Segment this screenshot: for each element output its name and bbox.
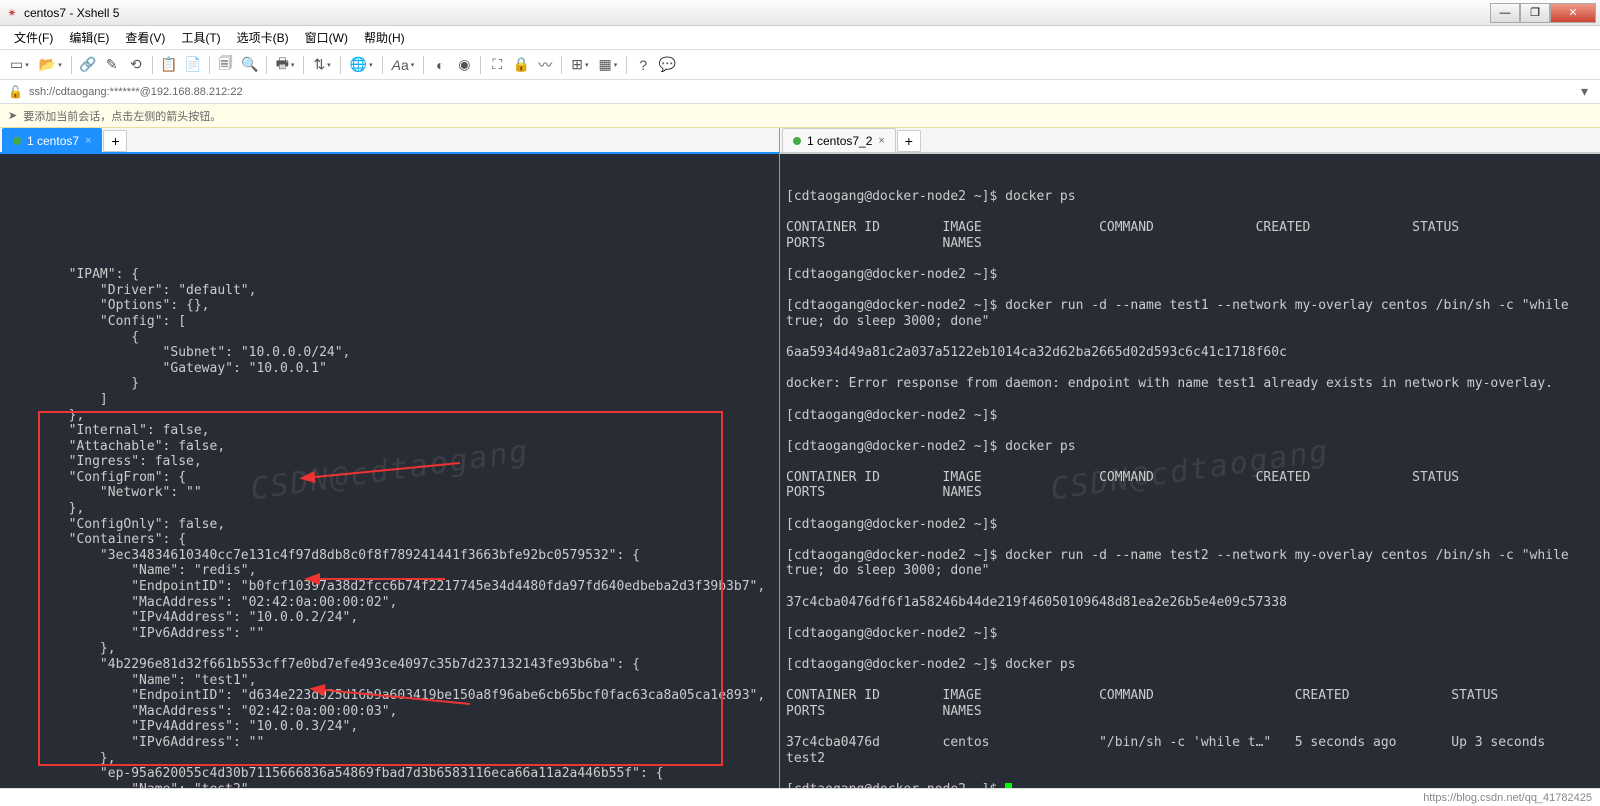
right-pane: 1 centos7_2 × + CSDN@cdtaogang [cdtaogan… <box>780 128 1600 788</box>
terminal-line: "Gateway": "10.0.0.1" <box>6 361 773 377</box>
tab-close-icon[interactable]: × <box>878 135 884 147</box>
menu-view[interactable]: 查看(V) <box>117 26 173 49</box>
status-dot-icon <box>13 137 21 145</box>
add-tab-button[interactable]: + <box>103 130 127 152</box>
footer-url: https://blog.csdn.net/qq_41782425 <box>1423 792 1592 804</box>
chat-icon[interactable]: 💬 <box>656 54 678 76</box>
terminal-line: [cdtaogang@docker-node2 ~]$ docker run -… <box>786 548 1594 579</box>
window-title: centos7 - Xshell 5 <box>24 6 1490 20</box>
arrow-2 <box>315 573 445 589</box>
left-pane: 1 centos7 × + CSDN@cdtaogang "IPAM": { "… <box>0 128 780 788</box>
terminal-line: [cdtaogang@docker-node2 ~]$ <box>786 267 1594 283</box>
terminal-line: CONTAINER ID IMAGE COMMAND CREATED STATU… <box>786 220 1594 251</box>
terminal-line: [cdtaogang@docker-node2 ~]$ docker run -… <box>786 298 1594 329</box>
terminal-line: 37c4cba0476d centos "/bin/sh -c 'while t… <box>786 735 1594 766</box>
terminal-line: "Name": "test2", <box>6 782 773 788</box>
layout2-icon[interactable]: ▦ <box>595 54 622 76</box>
terminal-line: "Options": {}, <box>6 298 773 314</box>
terminal-line: 37c4cba0476df6f1a58246b44de219f460501096… <box>786 595 1594 611</box>
terminal-line: } <box>6 376 773 392</box>
color2-icon[interactable]: ◉ <box>453 54 475 76</box>
left-tabs: 1 centos7 × + <box>0 128 779 154</box>
info-text: 要添加当前会话，点击左侧的箭头按钮。 <box>23 108 221 124</box>
window-titlebar: ✴ centos7 - Xshell 5 — ❐ ✕ <box>0 0 1600 26</box>
right-tabs: 1 centos7_2 × + <box>780 128 1600 154</box>
maximize-button[interactable]: ❐ <box>1520 3 1550 23</box>
transfer-icon[interactable]: ⇅ <box>309 54 334 76</box>
terminal-line: 6aa5934d49a81c2a037a5122eb1014ca32d62ba2… <box>786 345 1594 361</box>
menu-tools[interactable]: 工具(T) <box>173 26 228 49</box>
terminal-line: CONTAINER ID IMAGE COMMAND CREATED STATU… <box>786 470 1594 501</box>
terminal-line: [cdtaogang@docker-node2 ~]$ <box>786 782 1005 788</box>
menu-window[interactable]: 窗口(W) <box>297 26 356 49</box>
tab-centos7-2[interactable]: 1 centos7_2 × <box>782 128 896 152</box>
disconnect-icon[interactable]: ✎ <box>101 54 123 76</box>
menu-tab[interactable]: 选项卡(B) <box>229 26 297 49</box>
wave-icon[interactable]: 〰 <box>534 54 556 76</box>
menubar: 文件(F) 编辑(E) 查看(V) 工具(T) 选项卡(B) 窗口(W) 帮助(… <box>0 26 1600 50</box>
terminal-right[interactable]: CSDN@cdtaogang [cdtaogang@docker-node2 ~… <box>780 154 1600 788</box>
menu-file[interactable]: 文件(F) <box>6 26 61 49</box>
help-icon[interactable]: ? <box>632 54 654 76</box>
open-icon[interactable]: 📂 <box>35 54 66 76</box>
close-button[interactable]: ✕ <box>1550 3 1596 23</box>
terminal-line: ] <box>6 392 773 408</box>
terminal-line: "ep-95a620055c4d30b7115666836a54869fbad7… <box>6 766 773 782</box>
footer: https://blog.csdn.net/qq_41782425 <box>0 788 1600 806</box>
add-tab-button[interactable]: + <box>897 130 921 152</box>
copy-icon[interactable]: 📋 <box>158 54 180 76</box>
terminal-line: [cdtaogang@docker-node2 ~]$ <box>786 408 1594 424</box>
terminal-line: [cdtaogang@docker-node2 ~]$ <box>786 517 1594 533</box>
terminal-line: [cdtaogang@docker-node2 ~]$ <box>786 626 1594 642</box>
copy2-icon[interactable]: 🗐 <box>215 54 237 76</box>
tab-label: 1 centos7_2 <box>807 134 872 148</box>
terminal-line: "IPAM": { <box>6 267 773 283</box>
toolbar: ▭ 📂 🔗 ✎ ⟲ 📋 📄 🗐 🔍 🖶 ⇅ 🌐 Aa ◐ ◉ ⛶ 🔒 〰 ⊞ ▦… <box>0 50 1600 80</box>
arrow-3 <box>320 686 470 711</box>
new-session-icon[interactable]: ▭ <box>6 54 33 76</box>
minimize-button[interactable]: — <box>1490 3 1520 23</box>
menu-help[interactable]: 帮助(H) <box>356 26 413 49</box>
paste-icon[interactable]: 📄 <box>182 54 204 76</box>
properties-icon[interactable]: ⟲ <box>125 54 147 76</box>
fullscreen-icon[interactable]: ⛶ <box>486 54 508 76</box>
tab-label: 1 centos7 <box>27 134 79 148</box>
info-tip: ➤ 要添加当前会话，点击左侧的箭头按钮。 <box>0 104 1600 128</box>
address-url: ssh://cdtaogang:*******@192.168.88.212:2… <box>29 86 243 98</box>
reconnect-icon[interactable]: 🔗 <box>77 54 99 76</box>
arrow-1 <box>310 461 460 486</box>
address-dropdown-icon[interactable]: ▾ <box>1577 83 1592 100</box>
lock-icon[interactable]: 🔒 <box>510 54 532 76</box>
print-icon[interactable]: 🖶 <box>272 54 299 76</box>
terminal-line: CONTAINER ID IMAGE COMMAND CREATED STATU… <box>786 688 1594 719</box>
status-dot-icon <box>793 137 801 145</box>
terminal-line: [cdtaogang@docker-node2 ~]$ docker ps <box>786 189 1594 205</box>
tab-centos7[interactable]: 1 centos7 × <box>2 128 102 152</box>
addressbar[interactable]: 🔓 ssh://cdtaogang:*******@192.168.88.212… <box>0 80 1600 104</box>
terminal-line: { <box>6 330 773 346</box>
terminal-line: "Subnet": "10.0.0.0/24", <box>6 345 773 361</box>
terminal-line: [cdtaogang@docker-node2 ~]$ docker ps <box>786 657 1594 673</box>
lock-small-icon: 🔓 <box>8 85 23 99</box>
terminal-line: "Config": [ <box>6 314 773 330</box>
cursor <box>1005 783 1012 788</box>
info-icon: ➤ <box>8 109 17 122</box>
menu-edit[interactable]: 编辑(E) <box>61 26 117 49</box>
terminal-line: "Driver": "default", <box>6 283 773 299</box>
color1-icon[interactable]: ◐ <box>429 54 451 76</box>
layout1-icon[interactable]: ⊞ <box>567 54 592 76</box>
globe-icon[interactable]: 🌐 <box>346 54 377 76</box>
terminal-left[interactable]: CSDN@cdtaogang "IPAM": { "Driver": "defa… <box>0 154 779 788</box>
font-icon[interactable]: Aa <box>388 54 419 76</box>
terminal-line: docker: Error response from daemon: endp… <box>786 376 1594 392</box>
tab-close-icon[interactable]: × <box>85 135 91 147</box>
app-icon: ✴ <box>4 5 20 21</box>
terminal-line: [cdtaogang@docker-node2 ~]$ docker ps <box>786 439 1594 455</box>
find-icon[interactable]: 🔍 <box>239 54 261 76</box>
